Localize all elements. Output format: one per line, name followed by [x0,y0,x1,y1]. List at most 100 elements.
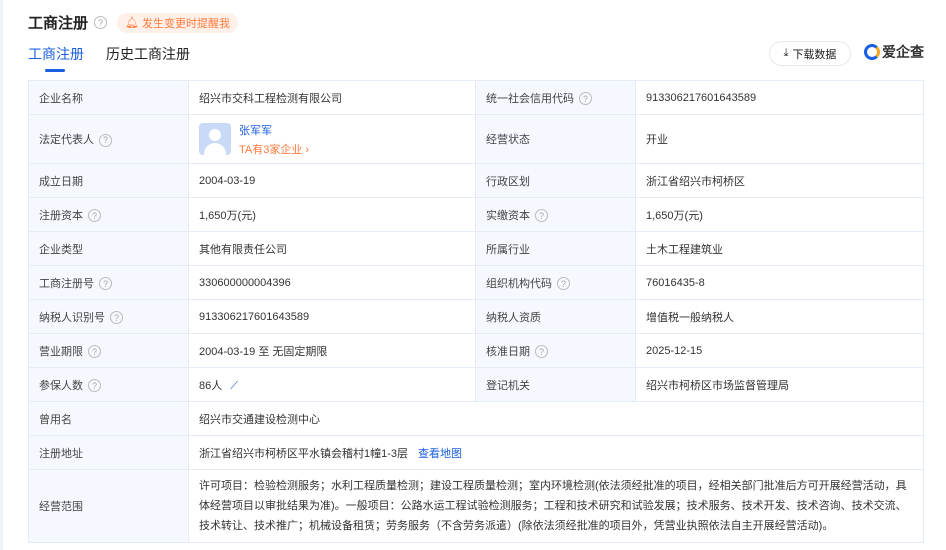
help-icon[interactable]: ? [99,133,112,147]
help-icon[interactable]: ? [535,209,548,222]
field-value: 浙江省绍兴市柯桥区 [635,163,924,198]
table-row: 注册地址 浙江省绍兴市柯桥区平水镇会稽村1幢1-3层 查看地图 [28,435,924,470]
avatar[interactable] [199,123,231,155]
tab-business-registration[interactable]: 工商注册 [28,44,84,72]
legal-rep-name[interactable]: 张军军 [239,122,309,138]
field-value: 增值税一般纳税人 [635,299,924,334]
field-value: 绍兴市柯桥区市场监督管理局 [635,367,924,402]
table-row: 工商注册号? 330600000004396 组织机构代码? 76016435-8 [28,265,924,300]
field-value: 913306217601643589 [635,80,924,115]
field-value-text: 2004-03-19 至 无固定期限 [199,345,328,358]
field-value-text: 增值税一般纳税人 [646,311,734,324]
field-value: 其他有限责任公司 [188,231,476,266]
change-remind-button[interactable]: 🔔︎ 发生变更时提醒我 [117,12,238,33]
view-map-link[interactable]: 查看地图 [418,448,462,460]
field-value-text: 76016435-8 [646,276,705,289]
table-row: 纳税人识别号? 913306217601643589 纳税人资质 增值税一般纳税人 [28,299,924,334]
table-row: 企业类型 其他有限责任公司 所属行业 土木工程建筑业 [28,231,924,266]
remind-label: 发生变更时提醒我 [141,17,230,30]
download-data-button[interactable]: ⤓ 下载数据 [769,41,851,66]
field-value: 绍兴市交科工程检测有限公司 [188,80,476,115]
field-label-text: 参保人数 [39,379,83,392]
field-label: 组织机构代码? [475,265,636,300]
help-icon[interactable]: ? [88,209,101,222]
help-icon[interactable]: ? [88,345,101,358]
field-value-text: 开业 [646,134,668,146]
table-row: 曾用名 绍兴市交通建设检测中心 [28,401,924,436]
field-label: 注册地址 [28,435,189,470]
field-value: 2025-12-15 [635,333,924,368]
field-label: 实缴资本? [475,197,636,232]
help-icon[interactable]: ? [99,277,112,290]
legal-rep-companies-link[interactable]: TA有3家企业 › [239,141,309,157]
field-label: 统一社会信用代码? [475,80,636,115]
field-value-text: 86人 [199,379,223,392]
field-label: 营业期限? [28,333,189,368]
field-label: 核准日期? [475,333,636,368]
section-title: 工商注册 [28,15,89,32]
field-label: 行政区划 [475,163,636,198]
field-value: 86人 ⟋ [188,367,476,402]
help-icon[interactable]: ? [579,92,592,105]
section-header: 工商注册 ? 🔔︎ 发生变更时提醒我 [28,12,238,33]
field-value-text: 330600000004396 [199,276,291,289]
field-value: 330600000004396 [188,265,476,300]
tab-history-registration[interactable]: 历史工商注册 [106,44,190,72]
field-label-text: 纳税人资质 [486,311,541,324]
field-label: 参保人数? [28,367,189,402]
field-value-text: 浙江省绍兴市柯桥区 [646,175,745,188]
field-value-text: 绍兴市柯桥区市场监督管理局 [646,379,789,392]
field-value-text: 绍兴市交科工程检测有限公司 [199,92,342,105]
bell-icon: 🔔︎ [125,17,139,29]
field-value: 开业 [635,114,924,164]
help-icon[interactable]: ? [110,311,123,324]
field-label-text: 登记机关 [486,379,530,392]
field-label: 经营范围 [28,469,189,543]
field-label-text: 行政区划 [486,175,530,188]
aiqicha-logo: 爱企查 [864,42,924,62]
field-value: 1,650万(元) [635,197,924,232]
help-icon[interactable]: ? [88,379,101,392]
business-scope-value: 许可项目：检验检测服务；水利工程质量检测；建设工程质量检测；室内环境检测(依法须… [188,469,924,543]
field-value: 1,650万(元) [188,197,476,232]
field-label-text: 组织机构代码 [486,277,552,290]
field-value-text: 2004-03-19 [199,174,256,187]
field-value: 2004-03-19 [188,163,476,198]
field-label-text: 纳税人识别号 [39,311,105,324]
field-label-text: 企业名称 [39,92,83,105]
table-row: 注册资本? 1,650万(元) 实缴资本? 1,650万(元) [28,197,924,232]
field-value-text: 土木工程建筑业 [646,243,723,256]
help-icon[interactable]: ? [94,16,108,29]
field-value-text: 913306217601643589 [199,310,310,323]
field-value-text: 913306217601643589 [646,91,757,104]
field-label-text: 成立日期 [39,175,83,188]
trend-chart-icon[interactable]: ⟋ [230,380,238,392]
field-label-text: 企业类型 [39,243,83,256]
field-value-text: 1,650万(元) [199,209,256,222]
help-icon[interactable]: ? [535,345,548,358]
field-value: 绍兴市交通建设检测中心 [188,401,924,436]
field-label: 工商注册号? [28,265,189,300]
field-value: 76016435-8 [635,265,924,300]
field-label-text: 注册资本 [39,209,83,222]
table-row: 法定代表人? 张军军 TA有3家企业 › 经营状态 开业 [28,114,924,164]
field-value: 2004-03-19 至 无固定期限 [188,333,476,368]
field-value-text: 其他有限责任公司 [199,243,287,256]
table-row: 参保人数? 86人 ⟋ 登记机关 绍兴市柯桥区市场监督管理局 [28,367,924,402]
download-icon: ⤓ [783,47,789,59]
field-label-text: 工商注册号 [39,277,94,290]
table-row: 成立日期 2004-03-19 行政区划 浙江省绍兴市柯桥区 [28,163,924,198]
field-label: 曾用名 [28,401,189,436]
tabs: 工商注册 历史工商注册 [28,44,190,72]
legal-rep-cell: 张军军 TA有3家企业 › [188,114,476,164]
field-label: 法定代表人? [28,114,189,164]
field-label: 注册资本? [28,197,189,232]
registration-table: 企业名称 绍兴市交科工程检测有限公司 统一社会信用代码? 91330621760164… [28,80,924,543]
field-label: 纳税人资质 [475,299,636,334]
field-label-text: 核准日期 [486,345,530,358]
field-value-text: 2025-12-15 [646,344,703,357]
field-label: 企业名称 [28,80,189,115]
field-label-text: 所属行业 [486,243,530,256]
field-label-text: 统一社会信用代码 [486,92,574,105]
help-icon[interactable]: ? [557,277,570,290]
